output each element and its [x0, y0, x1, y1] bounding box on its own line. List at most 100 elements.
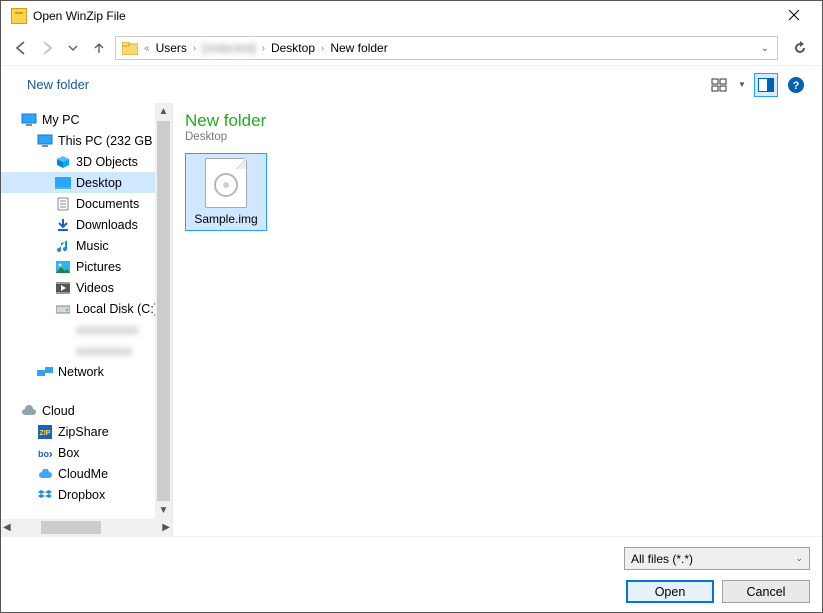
breadcrumb[interactable]: « Users › [redacted] › Desktop › New fol… [115, 36, 778, 60]
change-view-button[interactable] [708, 73, 732, 97]
folder-tree: My PC This PC (232 GB free 3D Objects De… [1, 103, 172, 536]
tree-music[interactable]: Music [1, 235, 172, 256]
label: xxxxxxxxxx [76, 323, 139, 337]
drive-icon [55, 343, 71, 359]
tree-network[interactable]: Network [1, 361, 172, 382]
tree-videos[interactable]: Videos [1, 277, 172, 298]
cloudme-icon [37, 466, 53, 482]
path-dropdown[interactable]: ⌄ [757, 43, 773, 54]
tree-desktop[interactable]: Desktop [1, 172, 172, 193]
label: Cancel [747, 585, 786, 599]
label: Network [58, 365, 104, 379]
videos-icon [55, 280, 71, 296]
window-title: Open WinZip File [33, 9, 776, 23]
disc-image-icon [205, 158, 247, 208]
tree-local-disk[interactable]: Local Disk (C:) (6 [1, 298, 172, 319]
tree-3d-objects[interactable]: 3D Objects [1, 151, 172, 172]
download-icon [55, 217, 71, 233]
desktop-icon [55, 175, 71, 191]
preview-pane-button[interactable] [754, 73, 778, 97]
tree-this-pc[interactable]: This PC (232 GB free [1, 130, 172, 151]
chevron-right-icon: › [193, 43, 196, 54]
dialog-footer: All files (*.*) ⌄ Open Cancel [1, 536, 822, 612]
chevron-down-icon: ⌄ [795, 553, 803, 564]
winzip-icon [11, 8, 27, 24]
chevron-right-icon: › [321, 43, 324, 54]
drive-icon [55, 301, 71, 317]
network-icon [37, 364, 53, 380]
monitor-icon [21, 112, 37, 128]
close-button[interactable] [776, 8, 812, 24]
label: 3D Objects [76, 155, 138, 169]
label: Open [655, 585, 686, 599]
help-button[interactable]: ? [784, 73, 808, 97]
label: Cloud [42, 404, 75, 418]
tree-pictures[interactable]: Pictures [1, 256, 172, 277]
label: Box [58, 446, 80, 460]
open-button[interactable]: Open [626, 580, 714, 603]
chevron-right-icon: › [262, 43, 265, 54]
recent-dropdown[interactable] [63, 38, 83, 58]
tree-cloud[interactable]: Cloud [1, 400, 172, 421]
dialog-toolbar: New folder ▼ ? [1, 65, 822, 103]
tree-my-pc[interactable]: My PC [1, 109, 172, 130]
label: Dropbox [58, 488, 105, 502]
dropbox-icon [37, 487, 53, 503]
label: CloudMe [58, 467, 108, 481]
sidebar-vscroll[interactable]: ▲▼ [155, 103, 172, 519]
tree-zipshare[interactable]: ZIP ZipShare [1, 421, 172, 442]
drive-icon [55, 322, 71, 338]
label: Desktop [76, 176, 122, 190]
tree-redacted-2[interactable]: xxxxxxxxx [1, 340, 172, 361]
label: Downloads [76, 218, 138, 232]
label: Pictures [76, 260, 121, 274]
back-button[interactable] [11, 38, 31, 58]
label: Music [76, 239, 109, 253]
cancel-button[interactable]: Cancel [722, 580, 810, 603]
tree-redacted-1[interactable]: xxxxxxxxxx [1, 319, 172, 340]
tree-documents[interactable]: Documents [1, 193, 172, 214]
tree-downloads[interactable]: Downloads [1, 214, 172, 235]
title-bar: Open WinZip File [1, 1, 822, 31]
label: ZipShare [58, 425, 109, 439]
svg-text:?: ? [793, 80, 800, 92]
label: Videos [76, 281, 114, 295]
file-type-text: All files (*.*) [631, 552, 693, 566]
label: Documents [76, 197, 139, 211]
music-icon [55, 238, 71, 254]
address-bar: « Users › [redacted] › Desktop › New fol… [1, 31, 822, 65]
forward-button[interactable] [37, 38, 57, 58]
document-icon [55, 196, 71, 212]
crumb-users[interactable]: Users [152, 41, 191, 55]
cube-icon [55, 154, 71, 170]
folder-icon [120, 38, 140, 58]
file-type-filter[interactable]: All files (*.*) ⌄ [624, 547, 810, 570]
cloud-icon [21, 403, 37, 419]
up-button[interactable] [89, 38, 109, 58]
folder-subheading: Desktop [185, 131, 810, 143]
chevron-right-icon: « [144, 43, 150, 54]
refresh-button[interactable] [788, 36, 812, 60]
tree-dropbox[interactable]: Dropbox [1, 484, 172, 505]
zipshare-icon: ZIP [37, 424, 53, 440]
label: xxxxxxxxx [76, 344, 132, 358]
monitor-icon [37, 133, 53, 149]
new-folder-link[interactable]: New folder [27, 77, 89, 92]
tree-cloudme[interactable]: CloudMe [1, 463, 172, 484]
label: My PC [42, 113, 80, 127]
view-dropdown[interactable]: ▼ [738, 80, 748, 89]
crumb-newfolder[interactable]: New folder [326, 41, 391, 55]
pictures-icon [55, 259, 71, 275]
crumb-desktop[interactable]: Desktop [267, 41, 319, 55]
box-icon: box [37, 445, 53, 461]
sidebar-hscroll[interactable]: ◀▶ [1, 519, 172, 536]
svg-text:box: box [38, 449, 52, 458]
crumb-redacted[interactable]: [redacted] [198, 41, 259, 55]
folder-heading: New folder [185, 111, 810, 131]
tree-box[interactable]: box Box [1, 442, 172, 463]
svg-text:ZIP: ZIP [40, 430, 51, 437]
sidebar: My PC This PC (232 GB free 3D Objects De… [1, 103, 173, 536]
dialog-body: My PC This PC (232 GB free 3D Objects De… [1, 103, 822, 536]
file-name: Sample.img [188, 212, 264, 226]
file-item[interactable]: Sample.img [185, 153, 267, 231]
